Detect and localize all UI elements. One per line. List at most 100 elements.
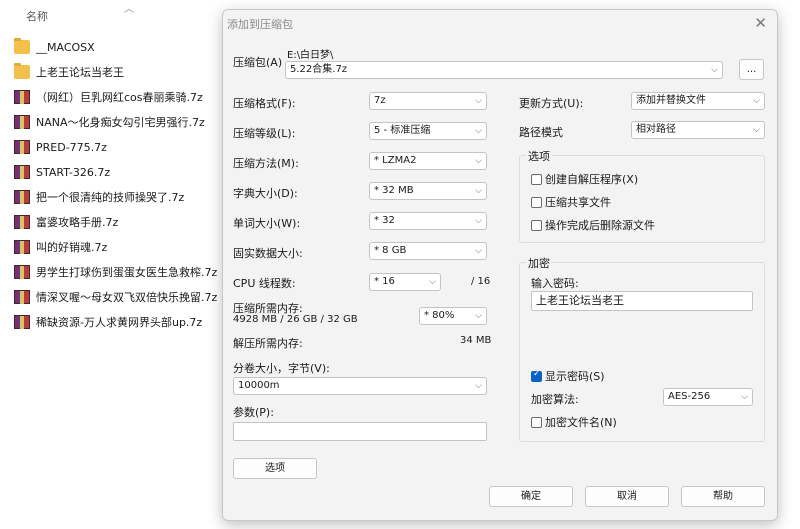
file-name: 男学生打球伤到蛋蛋女医生急救榨.7z [36,266,218,279]
params-input[interactable] [233,422,487,441]
show-password-checkbox[interactable]: 显示密码(S) [531,368,605,384]
path-mode-label: 路径模式 [519,126,563,139]
sort-chevron-up-icon: ︿ [124,4,134,15]
sfx-label: 创建自解压程序(X) [545,173,639,186]
method-select[interactable]: * LZMA2 ⌵ [369,152,487,170]
level-select[interactable]: 5 - 标准压缩 ⌵ [369,122,487,140]
chevron-down-icon: ⌵ [429,277,436,287]
archive-icon [14,240,30,254]
file-item[interactable]: 把一个很清纯的技师操哭了.7z [14,186,184,208]
options-button[interactable]: 选项 [233,458,317,479]
file-name: 情深叉喔～母女双飞双倍快乐挽留.7z [36,291,218,304]
checkbox-box [531,219,542,231]
archive-icon [14,115,30,129]
sfx-checkbox[interactable]: 创建自解压程序(X) [531,171,638,187]
file-name: START-326.7z [36,165,111,179]
encrypt-method-value: AES-256 [668,391,711,402]
dialog-title: 添加到压缩包 [227,18,293,31]
chevron-down-icon: ⌵ [475,381,482,391]
path-mode-select[interactable]: 相对路径 ⌵ [631,121,765,139]
column-name-header[interactable]: 名称 [26,8,48,24]
chevron-down-icon: ⌵ [475,216,482,226]
chevron-down-icon: ⌵ [475,96,482,106]
close-icon[interactable]: ✕ [754,14,767,32]
cpu-value: * 16 [374,276,395,287]
help-button[interactable]: 帮助 [681,486,765,507]
options-group-title: 选项 [526,148,552,164]
path-mode-value: 相对路径 [636,124,676,135]
mem-percent-value: * 80% [424,310,455,321]
file-name: 稀缺资源-万人求黄网界头部up.7z [36,316,203,329]
split-select[interactable]: 10000m ⌵ [233,377,487,395]
archive-name-value: 5.22合集.7z [290,64,348,75]
dict-select[interactable]: * 32 MB ⌵ [369,182,487,200]
mem-value: 4928 MB / 26 GB / 32 GB [233,314,358,325]
checkbox-box [531,173,542,185]
shared-files-label: 压缩共享文件 [545,196,611,209]
method-label: 压缩方法(M): [233,157,299,170]
level-label: 压缩等级(L): [233,127,296,140]
file-name: 把一个很清纯的技师操哭了.7z [36,191,185,204]
chevron-down-icon: ⌵ [753,96,760,106]
word-label: 单词大小(W): [233,217,301,230]
cpu-total: / 16 [471,276,491,287]
archive-icon [14,315,30,329]
chevron-down-icon: ⌵ [475,126,482,136]
file-item[interactable]: PRED-775.7z [14,136,107,158]
split-value: 10000m [238,380,280,391]
format-value: 7z [374,95,386,106]
cpu-select[interactable]: * 16 ⌵ [369,273,441,291]
file-item[interactable]: （网红）巨乳网红cos春丽乘骑.7z [14,86,203,108]
chevron-down-icon: ⌵ [753,125,760,135]
word-value: * 32 [374,215,395,226]
encrypt-method-select[interactable]: AES-256 ⌵ [663,388,753,406]
delete-after-checkbox[interactable]: 操作完成后删除源文件 [531,217,655,233]
checkbox-box [531,196,542,208]
solid-select[interactable]: * 8 GB ⌵ [369,242,487,260]
mem-percent-select[interactable]: * 80% ⌵ [419,307,487,325]
ok-button[interactable]: 确定 [489,486,573,507]
file-item[interactable]: 富婆攻略手册.7z [14,211,118,233]
encrypt-names-label: 加密文件名(N) [545,416,617,429]
chevron-down-icon: ⌵ [475,311,482,321]
file-item[interactable]: NANA～化身痴女勾引宅男强行.7z [14,111,205,133]
update-select[interactable]: 添加并替换文件 ⌵ [631,92,765,110]
file-item[interactable]: 男学生打球伤到蛋蛋女医生急救榨.7z [14,261,217,283]
dict-label: 字典大小(D): [233,187,298,200]
file-name: 富婆攻略手册.7z [36,216,119,229]
cancel-button[interactable]: 取消 [585,486,669,507]
encryption-group-title: 加密 [526,255,552,271]
checkbox-checked-box [531,369,542,382]
chevron-down-icon: ⌵ [711,65,718,75]
password-input[interactable]: 上老王论坛当老王 [531,291,753,311]
archive-icon [14,165,30,179]
encrypt-method-label: 加密算法: [531,393,579,406]
update-value: 添加并替换文件 [636,95,706,106]
show-password-label: 显示密码(S) [545,370,605,383]
archive-icon [14,265,30,279]
password-label: 输入密码: [531,277,579,290]
file-item[interactable]: 稀缺资源-万人求黄网界头部up.7z [14,311,202,333]
method-value: * LZMA2 [374,155,417,166]
encrypt-names-checkbox[interactable]: 加密文件名(N) [531,414,617,430]
format-select[interactable]: 7z ⌵ [369,92,487,110]
checkbox-box [531,416,542,428]
decomp-label: 解压所需内存: [233,337,303,350]
file-item[interactable]: START-326.7z [14,161,110,183]
chevron-down-icon: ⌵ [475,186,482,196]
browse-button[interactable]: ... [739,59,764,80]
word-select[interactable]: * 32 ⌵ [369,212,487,230]
chevron-down-icon: ⌵ [475,246,482,256]
archive-icon [14,140,30,154]
folder-item[interactable]: __MACOSX [14,36,95,58]
archive-name-combobox[interactable]: 5.22合集.7z ⌵ [285,61,723,79]
update-label: 更新方式(U): [519,97,584,110]
shared-files-checkbox[interactable]: 压缩共享文件 [531,194,611,210]
folder-icon [14,38,30,54]
chevron-down-icon: ⌵ [741,392,748,402]
delete-after-label: 操作完成后删除源文件 [545,219,655,232]
folder-item[interactable]: 上老王论坛当老王 [14,61,124,83]
file-item[interactable]: 叫的好销魂.7z [14,236,107,258]
file-item[interactable]: 情深叉喔～母女双飞双倍快乐挽留.7z [14,286,217,308]
params-label: 参数(P): [233,406,274,419]
